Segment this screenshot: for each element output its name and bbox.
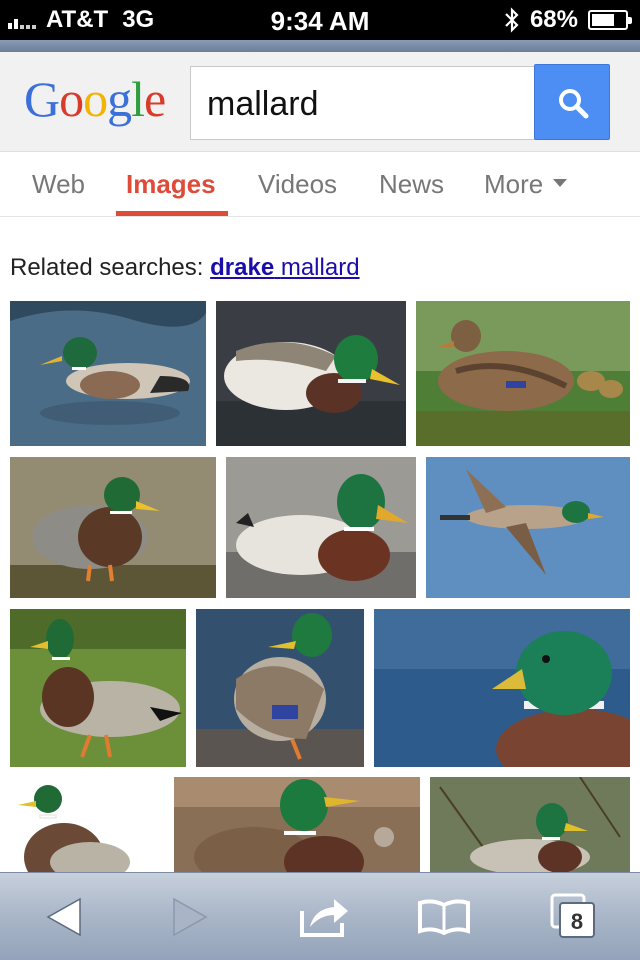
image-result[interactable]	[10, 777, 170, 872]
caret-down-icon	[553, 179, 568, 188]
share-button[interactable]	[294, 891, 354, 943]
image-result[interactable]	[10, 301, 206, 446]
image-result[interactable]	[10, 609, 186, 767]
tab-images[interactable]: Images	[126, 169, 216, 200]
tab-count: 8	[571, 909, 583, 934]
logo-letter: e	[144, 71, 166, 127]
back-button[interactable]	[34, 891, 94, 943]
google-logo[interactable]: Google	[24, 70, 166, 128]
logo-letter: G	[24, 71, 60, 127]
related-link-drake-mallard[interactable]: drake mallard	[210, 254, 359, 281]
mallard-image	[426, 457, 630, 598]
tab-more-label: More	[484, 169, 544, 199]
search-input[interactable]: mallard	[190, 66, 536, 140]
search-icon	[559, 89, 589, 119]
share-icon	[300, 899, 348, 937]
mallard-image	[174, 777, 420, 872]
active-tab-indicator	[116, 211, 228, 216]
status-right: 68%	[504, 6, 632, 34]
mallard-image	[216, 301, 406, 446]
forward-arrow-icon	[173, 897, 208, 937]
tabs-button[interactable]: 8	[544, 891, 604, 943]
bookmarks-button[interactable]	[414, 891, 474, 943]
mallard-image	[416, 301, 630, 446]
related-link-bold: drake	[210, 254, 275, 281]
battery-fill	[592, 14, 614, 26]
related-searches: Related searches: drake mallard	[10, 254, 360, 282]
mallard-image	[10, 301, 206, 446]
image-result[interactable]	[226, 457, 416, 598]
status-bar: AT&T 3G 9:34 AM 68%	[0, 0, 640, 40]
image-result[interactable]	[374, 609, 630, 767]
mallard-image	[196, 609, 364, 767]
tab-web[interactable]: Web	[32, 169, 85, 200]
logo-letter: o	[83, 71, 108, 127]
image-result[interactable]	[426, 457, 630, 598]
image-result[interactable]	[216, 301, 406, 446]
related-link-rest: mallard	[280, 254, 360, 281]
battery-icon	[588, 10, 632, 30]
battery-percent: 68%	[529, 6, 578, 33]
tab-news[interactable]: News	[379, 169, 444, 200]
mallard-image	[226, 457, 416, 598]
mallard-image	[430, 777, 630, 872]
logo-letter: g	[107, 71, 132, 127]
search-button[interactable]	[534, 64, 610, 140]
logo-letter: o	[59, 71, 84, 127]
forward-button[interactable]	[160, 891, 220, 943]
browser-toolbar: 8	[0, 872, 640, 960]
mallard-image	[10, 609, 186, 767]
image-result[interactable]	[10, 457, 216, 598]
search-header: Google mallard	[0, 52, 640, 152]
book-icon	[418, 899, 470, 936]
mallard-image	[10, 777, 170, 872]
image-result[interactable]	[416, 301, 630, 446]
search-tabs: Web Images Videos News More	[0, 153, 640, 217]
logo-letter: l	[131, 71, 145, 127]
mallard-image	[10, 457, 216, 598]
mallard-image	[374, 609, 630, 767]
tab-videos[interactable]: Videos	[258, 169, 337, 200]
pages-icon: 8	[550, 893, 595, 938]
image-result[interactable]	[430, 777, 630, 872]
tab-more[interactable]: More	[484, 169, 568, 200]
bluetooth-icon	[505, 7, 519, 33]
back-arrow-icon	[46, 897, 81, 937]
image-result[interactable]	[174, 777, 420, 872]
related-label: Related searches:	[10, 254, 204, 281]
browser-top-strip	[0, 40, 640, 52]
image-result[interactable]	[196, 609, 364, 767]
